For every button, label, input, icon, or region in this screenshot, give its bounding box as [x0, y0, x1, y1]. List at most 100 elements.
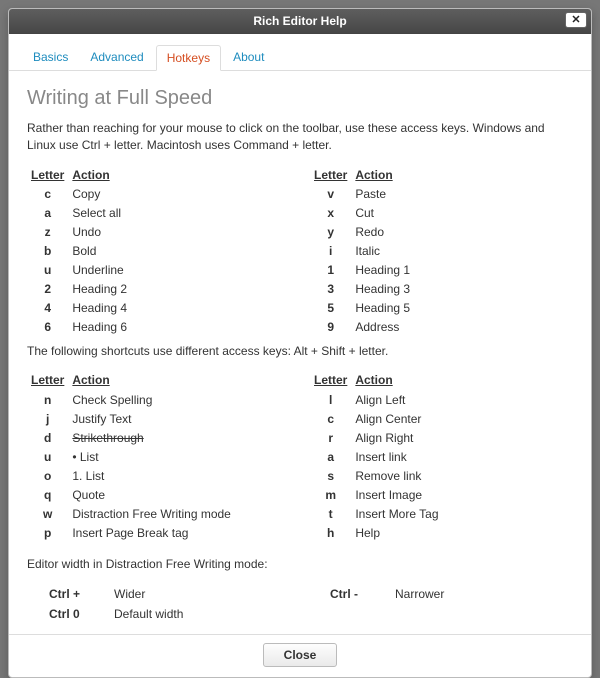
hotkey-action: Address: [351, 318, 573, 337]
hotkey-letter: m: [310, 485, 351, 504]
hotkey-action: Align Center: [351, 409, 573, 428]
help-dialog: Rich Editor Help ✕ Basics Advanced Hotke…: [8, 8, 592, 678]
col-header-action: Action: [68, 165, 290, 185]
col-header-letter: Letter: [27, 370, 68, 390]
hotkey-action: Underline: [68, 261, 290, 280]
tab-basics[interactable]: Basics: [23, 45, 78, 71]
hotkey-action: Help: [351, 523, 573, 542]
col-header-letter: Letter: [310, 370, 351, 390]
hotkey-action: Insert link: [351, 447, 573, 466]
table-row: sRemove link: [310, 466, 573, 485]
tab-content: Writing at Full Speed Rather than reachi…: [9, 71, 591, 634]
hotkey-letter: i: [310, 242, 351, 261]
table-row: 4Heading 4: [27, 299, 290, 318]
hotkey-action: Remove link: [351, 466, 573, 485]
table-row: cAlign Center: [310, 409, 573, 428]
tab-strip: Basics Advanced Hotkeys About: [9, 34, 591, 71]
hotkey-letter: h: [310, 523, 351, 542]
table-row: jJustify Text: [27, 409, 290, 428]
width-action: Default width: [114, 607, 284, 621]
hotkey-action: Strikethrough: [68, 428, 290, 447]
hotkey-letter: 3: [310, 280, 351, 299]
modal-backdrop: Rich Editor Help ✕ Basics Advanced Hotke…: [0, 0, 600, 666]
width-mode-note: Editor width in Distraction Free Writing…: [27, 556, 573, 573]
hotkey-letter: t: [310, 504, 351, 523]
col-header-letter: Letter: [310, 165, 351, 185]
table-row: u• List: [27, 447, 290, 466]
hotkey-action: Distraction Free Writing mode: [68, 504, 290, 523]
hotkey-action: Justify Text: [68, 409, 290, 428]
table-row: 9Address: [310, 318, 573, 337]
hotkey-letter: j: [27, 409, 68, 428]
hotkey-action: Cut: [351, 204, 573, 223]
tab-advanced[interactable]: Advanced: [80, 45, 153, 71]
width-key: Ctrl -: [330, 587, 385, 601]
hotkey-letter: 9: [310, 318, 351, 337]
table-row: o1. List: [27, 466, 290, 485]
hotkey-letter: w: [27, 504, 68, 523]
table-row: lAlign Left: [310, 390, 573, 409]
hotkey-letter: l: [310, 390, 351, 409]
hotkey-letter: z: [27, 223, 68, 242]
close-button[interactable]: Close: [263, 643, 338, 667]
hotkey-letter: x: [310, 204, 351, 223]
hotkey-letter: 2: [27, 280, 68, 299]
table-row: 6Heading 6: [27, 318, 290, 337]
hotkey-letter: p: [27, 523, 68, 542]
table-row: 3Heading 3: [310, 280, 573, 299]
table-row: tInsert More Tag: [310, 504, 573, 523]
table-row: nCheck Spelling: [27, 390, 290, 409]
hotkey-letter: 6: [27, 318, 68, 337]
hotkey-letter: c: [310, 409, 351, 428]
dialog-title: Rich Editor Help: [15, 14, 585, 28]
hotkey-action: Italic: [351, 242, 573, 261]
table-row: uUnderline: [27, 261, 290, 280]
page-title: Writing at Full Speed: [27, 87, 573, 110]
hotkey-action: Insert Page Break tag: [68, 523, 290, 542]
ctrl-hotkey-table-right: Letter Action vPastexCutyRedoiItalic1Hea…: [310, 165, 573, 337]
dialog-titlebar: Rich Editor Help ✕: [9, 9, 591, 34]
hotkey-action: Heading 3: [351, 280, 573, 299]
table-row: 2Heading 2: [27, 280, 290, 299]
width-action: Narrower: [395, 587, 565, 601]
hotkey-action: Align Left: [351, 390, 573, 409]
hotkey-action: Undo: [68, 223, 290, 242]
table-row: pInsert Page Break tag: [27, 523, 290, 542]
tab-hotkeys[interactable]: Hotkeys: [156, 45, 221, 71]
hotkey-letter: q: [27, 485, 68, 504]
table-row: cCopy: [27, 185, 290, 204]
table-row: zUndo: [27, 223, 290, 242]
hotkey-letter: 5: [310, 299, 351, 318]
col-header-action: Action: [351, 165, 573, 185]
hotkey-letter: o: [27, 466, 68, 485]
table-row: vPaste: [310, 185, 573, 204]
intro-text: Rather than reaching for your mouse to c…: [27, 120, 573, 155]
hotkey-action: Insert More Tag: [351, 504, 573, 523]
hotkey-action: Redo: [351, 223, 573, 242]
hotkey-action: Select all: [68, 204, 290, 223]
table-row: bBold: [27, 242, 290, 261]
ctrl-hotkey-table-left: Letter Action cCopyaSelect allzUndobBold…: [27, 165, 290, 337]
hotkey-letter: u: [27, 447, 68, 466]
width-table: Ctrl + Wider Ctrl - Narrower Ctrl 0 Defa…: [27, 584, 573, 624]
col-header-action: Action: [68, 370, 290, 390]
hotkey-letter: n: [27, 390, 68, 409]
tab-about[interactable]: About: [223, 45, 274, 71]
table-row: aInsert link: [310, 447, 573, 466]
col-header-action: Action: [351, 370, 573, 390]
close-icon[interactable]: ✕: [565, 12, 587, 28]
hotkey-letter: a: [310, 447, 351, 466]
alt-shift-note: The following shortcuts use different ac…: [27, 343, 573, 360]
table-row: xCut: [310, 204, 573, 223]
hotkey-letter: y: [310, 223, 351, 242]
alt-hotkey-table-right: Letter Action lAlign LeftcAlign CenterrA…: [310, 370, 573, 542]
table-row: rAlign Right: [310, 428, 573, 447]
hotkey-action: Insert Image: [351, 485, 573, 504]
hotkey-action: Heading 4: [68, 299, 290, 318]
dialog-footer: Close: [9, 634, 591, 677]
alt-hotkey-table-left: Letter Action nCheck SpellingjJustify Te…: [27, 370, 290, 542]
hotkey-action: Heading 5: [351, 299, 573, 318]
hotkey-letter: s: [310, 466, 351, 485]
hotkey-letter: b: [27, 242, 68, 261]
hotkey-action: Heading 6: [68, 318, 290, 337]
